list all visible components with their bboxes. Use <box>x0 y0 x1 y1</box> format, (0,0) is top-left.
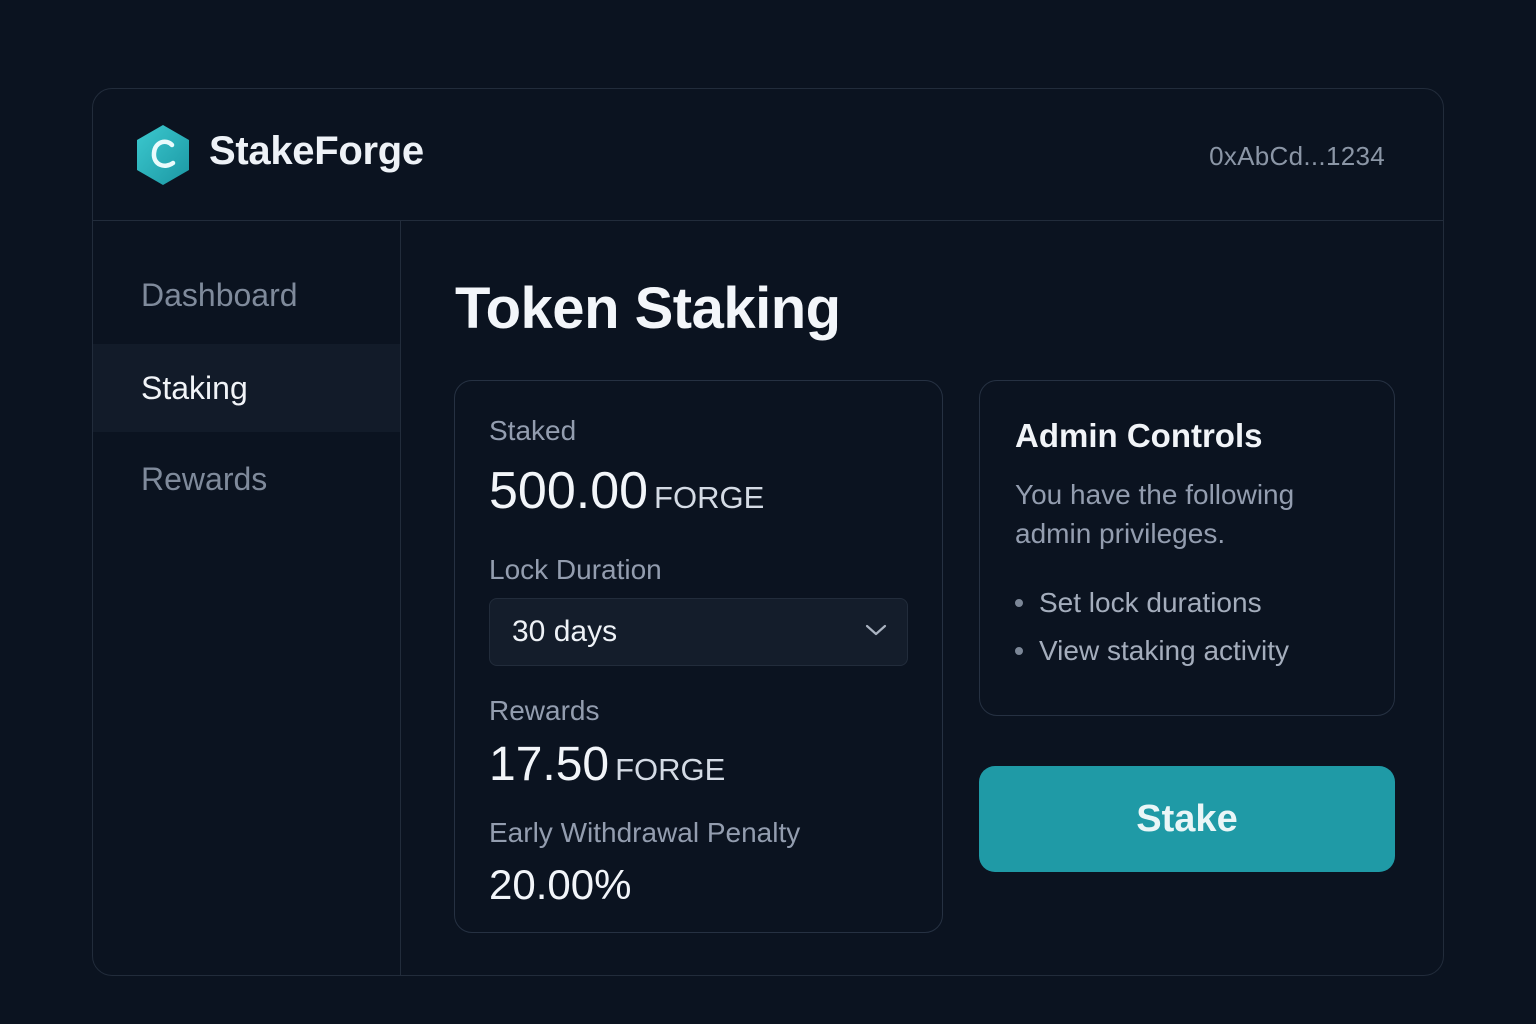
privilege-list: Set lock durations View staking activity <box>1015 579 1289 675</box>
bullet-icon <box>1015 599 1023 607</box>
staked-amount: 500.00 FORGE <box>489 461 764 521</box>
sidebar-item-rewards[interactable]: Rewards <box>93 435 400 523</box>
page-title: Token Staking <box>455 276 841 341</box>
staked-unit: FORGE <box>654 480 765 515</box>
staking-card: Staked 500.00 FORGE Lock Duration 30 days… <box>454 380 943 933</box>
rewards-unit: FORGE <box>615 752 726 787</box>
sidebar-item-dashboard[interactable]: Dashboard <box>93 251 400 339</box>
chevron-down-icon <box>865 624 887 636</box>
privilege-text: Set lock durations <box>1039 587 1262 618</box>
privilege-text: View staking activity <box>1039 635 1290 666</box>
penalty-label: Early Withdrawal Penalty <box>489 817 801 848</box>
top-bar: StakeForge 0xAbCd...1234 <box>93 89 1443 221</box>
lock-duration-value: 30 days <box>512 615 618 648</box>
list-item: Set lock durations <box>1015 579 1289 627</box>
admin-controls-title: Admin Controls <box>1015 417 1263 454</box>
sidebar-item-staking[interactable]: Staking <box>93 344 400 432</box>
rewards-amount: 17.50 FORGE <box>489 737 725 792</box>
list-item: View staking activity <box>1015 627 1289 675</box>
admin-description: You have the following admin privileges. <box>1015 479 1295 549</box>
rewards-value: 17.50 <box>489 738 610 791</box>
bullet-icon <box>1015 647 1023 655</box>
hexagon-c-logo-icon <box>137 125 189 185</box>
staked-value: 500.00 <box>489 462 649 520</box>
staked-label: Staked <box>489 415 577 446</box>
wallet-address[interactable]: 0xAbCd...1234 <box>1209 141 1385 172</box>
app-window: StakeForge 0xAbCd...1234 Dashboard Staki… <box>92 88 1444 976</box>
rewards-label: Rewards <box>489 695 600 726</box>
lock-duration-label: Lock Duration <box>489 554 662 585</box>
admin-controls-card: Admin Controls You have the following ad… <box>979 380 1395 716</box>
brand-name: StakeForge <box>209 129 424 173</box>
stake-button[interactable]: Stake <box>979 766 1395 872</box>
lock-duration-select[interactable]: 30 days <box>489 598 908 666</box>
penalty-value: 20.00% <box>489 861 632 908</box>
sidebar: Dashboard Staking Rewards <box>93 221 401 975</box>
